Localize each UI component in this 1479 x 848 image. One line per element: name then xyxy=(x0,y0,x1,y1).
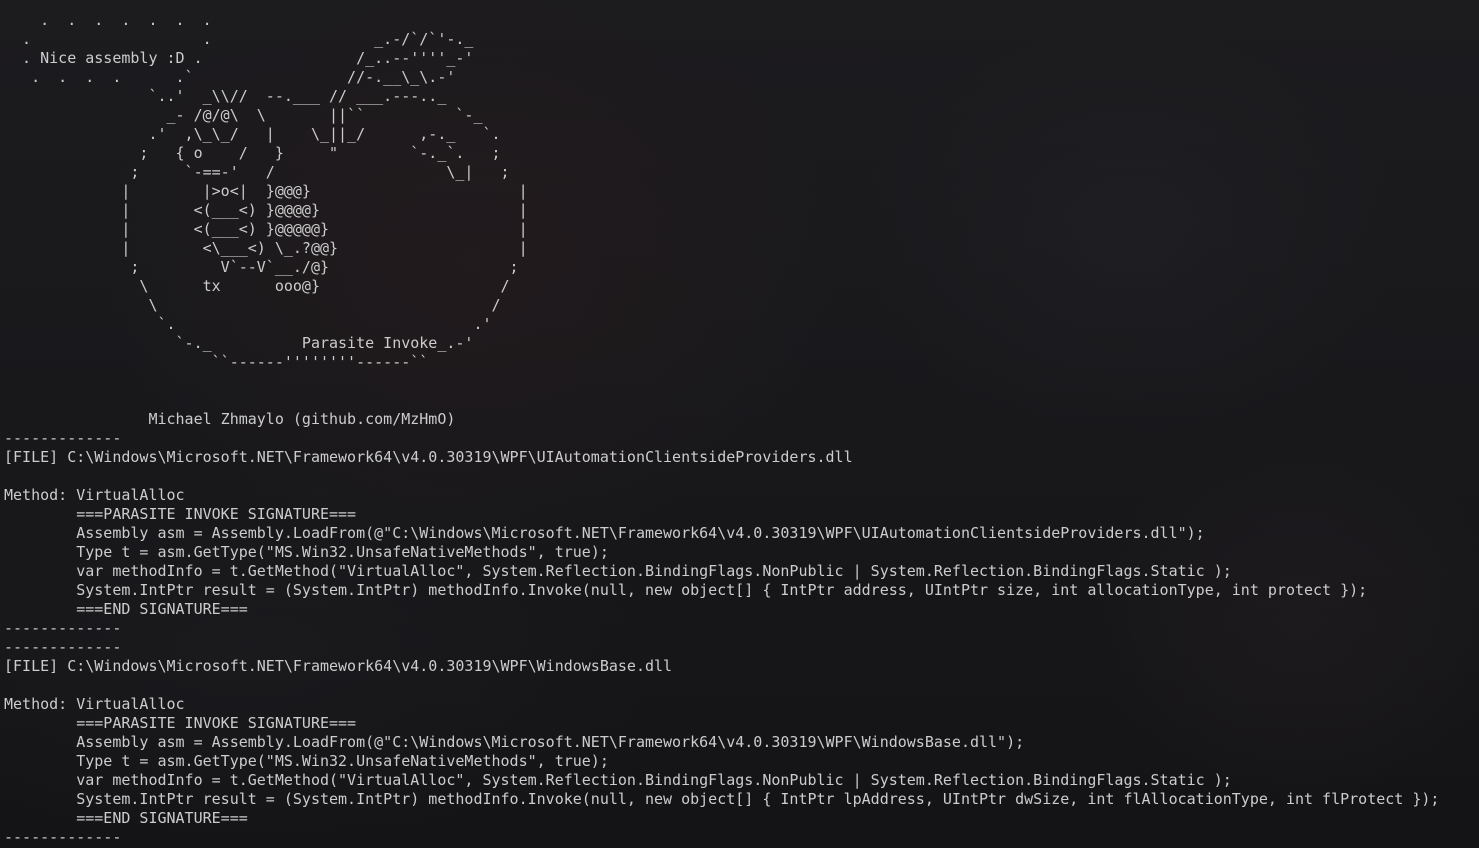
code-line: Type t = asm.GetType("MS.Win32.UnsafeNat… xyxy=(4,752,609,770)
ascii-art-line: ``------''''''''------`` xyxy=(4,353,429,371)
method-name-line: Method: VirtualAlloc xyxy=(4,486,185,504)
signature-footer: ===END SIGNATURE=== xyxy=(4,600,248,618)
ascii-art-line: . . . . . . . xyxy=(4,11,212,29)
separator-line: ------------- xyxy=(4,638,122,656)
ascii-art-line: \ tx ooo@} / xyxy=(4,277,510,295)
ascii-art-line: `..' _\\// --.___ // ___.---.._ xyxy=(4,87,447,105)
ascii-art-line: | |>o<| }@@@} | xyxy=(4,182,528,200)
ascii-art-line: . Nice assembly :D . /_..--''''_-' xyxy=(4,49,474,67)
terminal-output[interactable]: . . . . . . . . . _.-/`/`'-._ . Nice ass… xyxy=(4,11,1474,841)
ascii-art-line: ; `-==-' / \_| ; xyxy=(4,163,510,181)
ascii-art-line: .' ,\_\_/ | \_||_/ ,-._ `. xyxy=(4,125,501,143)
file-path-line: [FILE] C:\Windows\Microsoft.NET\Framewor… xyxy=(4,448,853,466)
code-line: System.IntPtr result = (System.IntPtr) m… xyxy=(4,790,1440,808)
code-line: Type t = asm.GetType("MS.Win32.UnsafeNat… xyxy=(4,543,609,561)
signature-header: ===PARASITE INVOKE SIGNATURE=== xyxy=(4,714,357,732)
ascii-art-line: `. .' xyxy=(4,315,492,333)
ascii-art-line: \ / xyxy=(4,296,501,314)
method-name-line: Method: VirtualAlloc xyxy=(4,695,185,713)
code-line: var methodInfo = t.GetMethod("VirtualAll… xyxy=(4,771,1232,789)
ascii-art-line: ; V`--V`__./@} ; xyxy=(4,258,519,276)
signature-footer: ===END SIGNATURE=== xyxy=(4,809,248,827)
separator-line: ------------- xyxy=(4,828,122,841)
signature-header: ===PARASITE INVOKE SIGNATURE=== xyxy=(4,505,357,523)
ascii-art-line: _- /@/@\ \ ||`` `-_ xyxy=(4,106,483,124)
ascii-art-line: . . . . .` //-.__\_\.-' xyxy=(4,68,456,86)
code-line: var methodInfo = t.GetMethod("VirtualAll… xyxy=(4,562,1232,580)
ascii-art-line: ; { o / } " `-._`. ; xyxy=(4,144,501,162)
ascii-art-line: `-._ Parasite Invoke_.-' xyxy=(4,334,474,352)
file-path-line: [FILE] C:\Windows\Microsoft.NET\Framewor… xyxy=(4,657,673,675)
code-line: Assembly asm = Assembly.LoadFrom(@"C:\Wi… xyxy=(4,524,1205,542)
code-line: System.IntPtr result = (System.IntPtr) m… xyxy=(4,581,1368,599)
ascii-art-line: | <(___<) }@@@@@} | xyxy=(4,220,528,238)
separator-line: ------------- xyxy=(4,619,122,637)
code-line: Assembly asm = Assembly.LoadFrom(@"C:\Wi… xyxy=(4,733,1025,751)
ascii-art-line: . . _.-/`/`'-._ xyxy=(4,30,474,48)
ascii-art-line: | <(___<) }@@@@} | xyxy=(4,201,528,219)
separator-line: ------------- xyxy=(4,429,122,447)
author-credit: Michael Zhmaylo (github.com/MzHmO) xyxy=(4,410,456,428)
ascii-art-line: | <\___<) \_.?@@} | xyxy=(4,239,528,257)
